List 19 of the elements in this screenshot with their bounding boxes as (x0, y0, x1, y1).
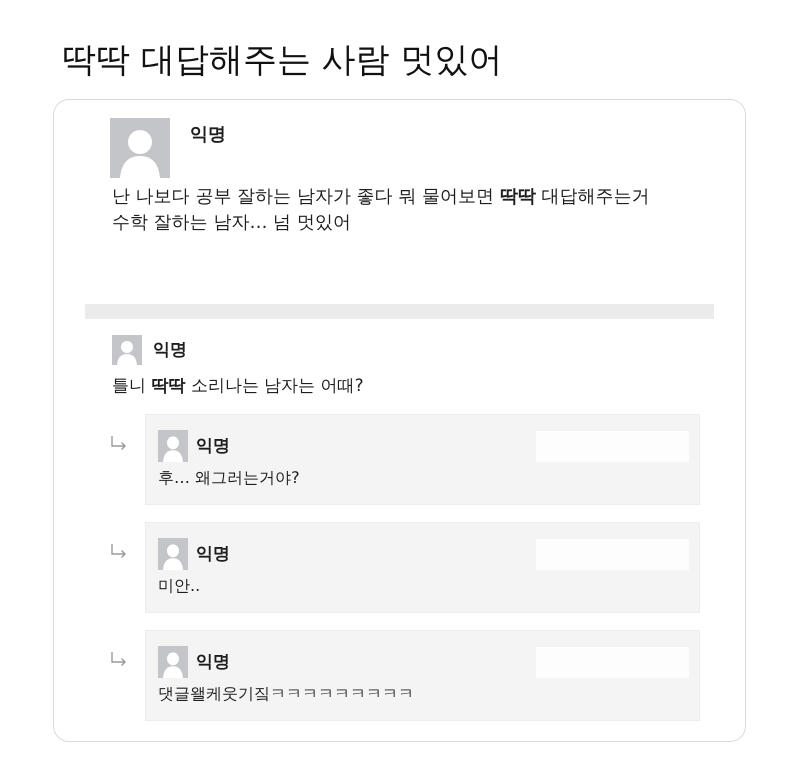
reply-arrow-icon (110, 652, 127, 666)
reply-text: 미안.. (158, 575, 202, 597)
reply-arrow-icon (110, 544, 127, 558)
author-name: 익명 (190, 123, 226, 147)
reply-text: 후… 왜그러는거야? (158, 467, 301, 489)
reply-text: 댓글왤케웃기짘ㅋㅋㅋㅋㅋㅋㅋㅋㅋ (158, 683, 415, 705)
author-name: 익명 (196, 651, 230, 674)
reply-arrow-icon (110, 436, 127, 450)
avatar-icon (158, 646, 188, 678)
post-title: 딱딱 대답해주는 사람 멋있어 (62, 39, 504, 82)
author-name: 익명 (153, 339, 187, 362)
comment-text: 틀니 딱딱 소리나는 남자는 어때? (112, 375, 365, 398)
author-name: 익명 (196, 543, 230, 566)
avatar-icon (158, 430, 188, 462)
post-text: 난 나보다 공부 잘하는 남자가 좋다 뭐 물어보면 딱딱 대답해주는거 수학 잘하는 남자… 넘 멋있어 (112, 185, 651, 235)
avatar-icon (112, 335, 142, 365)
avatar-icon (110, 118, 170, 178)
author-name: 익명 (196, 435, 230, 458)
avatar-icon (158, 538, 188, 570)
